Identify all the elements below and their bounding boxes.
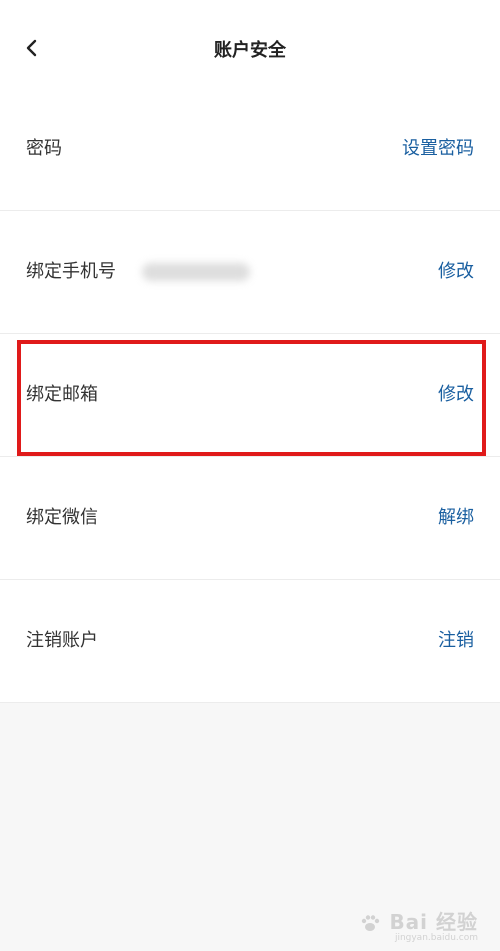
settings-row-email[interactable]: 绑定邮箱 修改 bbox=[0, 334, 500, 457]
settings-row-password[interactable]: 密码 设置密码 bbox=[0, 88, 500, 211]
edit-phone-button[interactable]: 修改 bbox=[438, 259, 474, 285]
app-header: 账户安全 bbox=[0, 0, 500, 89]
row-label: 注销账户 bbox=[26, 630, 98, 651]
page-title: 账户安全 bbox=[214, 40, 286, 61]
row-label: 密码 bbox=[26, 138, 62, 159]
baidu-watermark: Bai 经验 jingyan.baidu.com bbox=[359, 906, 478, 943]
deactivate-account-button[interactable]: 注销 bbox=[438, 628, 474, 654]
set-password-button[interactable]: 设置密码 bbox=[402, 136, 474, 162]
watermark-text: Bai 经验 bbox=[389, 910, 478, 934]
settings-list: 密码 设置密码 绑定手机号 修改 绑定邮箱 修改 绑定微信 解绑 注销账户 注销 bbox=[0, 88, 500, 703]
row-label: 绑定微信 bbox=[26, 507, 98, 528]
unbind-wechat-button[interactable]: 解绑 bbox=[438, 505, 474, 531]
settings-row-phone[interactable]: 绑定手机号 修改 bbox=[0, 211, 500, 334]
edit-email-button[interactable]: 修改 bbox=[438, 382, 474, 408]
settings-row-wechat[interactable]: 绑定微信 解绑 bbox=[0, 457, 500, 580]
phone-number-blurred bbox=[142, 263, 250, 281]
paw-icon bbox=[362, 914, 380, 931]
row-label: 绑定手机号 bbox=[26, 261, 116, 282]
row-label: 绑定邮箱 bbox=[26, 384, 98, 405]
watermark-main: Bai 经验 bbox=[359, 906, 478, 935]
settings-row-deactivate[interactable]: 注销账户 注销 bbox=[0, 580, 500, 703]
